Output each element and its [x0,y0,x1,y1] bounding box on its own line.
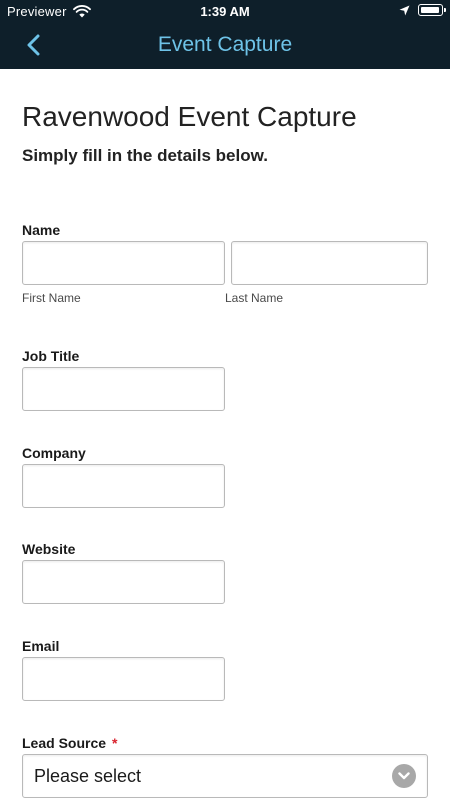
last-name-label: Last Name [225,291,284,305]
status-bar: Previewer 1:39 AM [0,0,450,22]
page-title: Ravenwood Event Capture [22,101,357,132]
location-arrow-icon [399,5,410,15]
website-field[interactable] [22,560,225,604]
email-label: Email [22,638,60,654]
nav-bar: Event Capture [0,22,450,69]
page-subtitle: Simply fill in the details below. [22,146,268,165]
lead-source-label: Lead Source * [22,735,117,751]
job-title-label: Job Title [22,348,80,364]
status-time: 1:39 AM [200,4,250,19]
first-name-label: First Name [22,291,81,305]
email-field[interactable] [22,657,225,701]
first-name-field[interactable] [22,241,225,285]
job-title-field[interactable] [22,367,225,411]
last-name-field[interactable] [231,241,428,285]
battery-icon [418,4,446,16]
company-field[interactable] [22,464,225,508]
status-right [399,4,446,16]
nav-title: Event Capture [157,33,293,56]
website-label: Website [22,541,76,557]
app-header: Previewer 1:39 AM Event Capture [0,0,450,69]
name-label: Name [22,222,61,238]
required-marker: * [112,735,118,751]
lead-source-selected-value: Please select [34,766,142,786]
battery-level [420,6,439,13]
company-label: Company [22,445,86,461]
lead-source-select[interactable]: Please select [22,754,428,798]
chevron-down-icon [392,764,416,788]
lead-source-label-text: Lead Source [22,735,107,751]
